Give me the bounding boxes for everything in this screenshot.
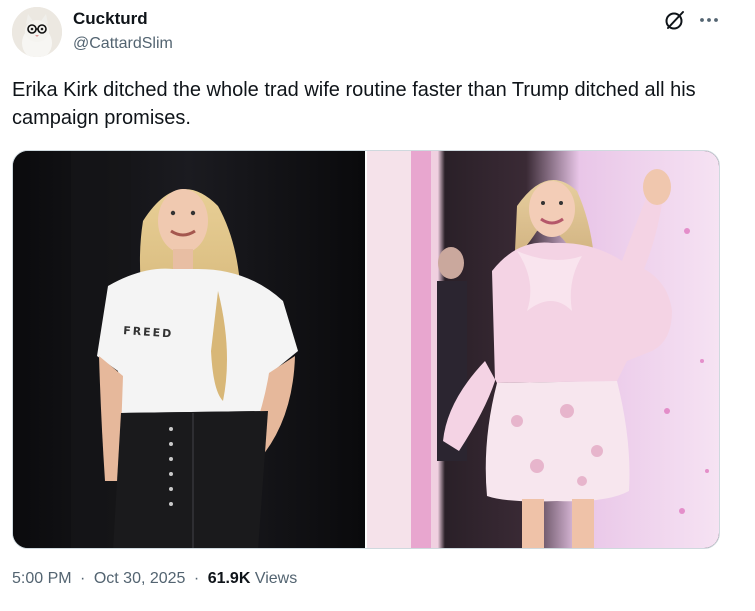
- more-dots-icon: [700, 18, 718, 22]
- more-options-icon[interactable]: [697, 8, 721, 32]
- views-label[interactable]: Views: [255, 570, 297, 587]
- author-handle[interactable]: @CattardSlim: [73, 35, 173, 53]
- cat-avatar-icon: [12, 7, 62, 57]
- tweet-time[interactable]: 5:00 PM: [12, 570, 72, 587]
- tweet-date[interactable]: Oct 30, 2025: [94, 570, 186, 587]
- views-count[interactable]: 61.9K: [208, 570, 251, 587]
- photo-right[interactable]: [367, 151, 719, 548]
- avatar[interactable]: [12, 7, 62, 57]
- grok-slash-circle-icon: [665, 11, 684, 30]
- tweet-meta: 5:00 PM · Oct 30, 2025 · 61.9K Views: [12, 570, 297, 588]
- grok-icon[interactable]: [663, 8, 687, 32]
- media-grid[interactable]: FREED: [12, 150, 720, 549]
- meta-separator-2: ·: [193, 570, 200, 587]
- photo-left-image: FREED: [13, 151, 365, 548]
- tweet-text: Erika Kirk ditched the whole trad wife r…: [12, 79, 696, 129]
- tweet-card: Cuckturd @CattardSlim Erika Kirk ditched…: [0, 0, 755, 611]
- photo-right-image: [367, 151, 719, 548]
- meta-separator: ·: [80, 570, 86, 587]
- photo-left[interactable]: FREED: [13, 151, 365, 548]
- author-display-name[interactable]: Cuckturd: [73, 9, 148, 29]
